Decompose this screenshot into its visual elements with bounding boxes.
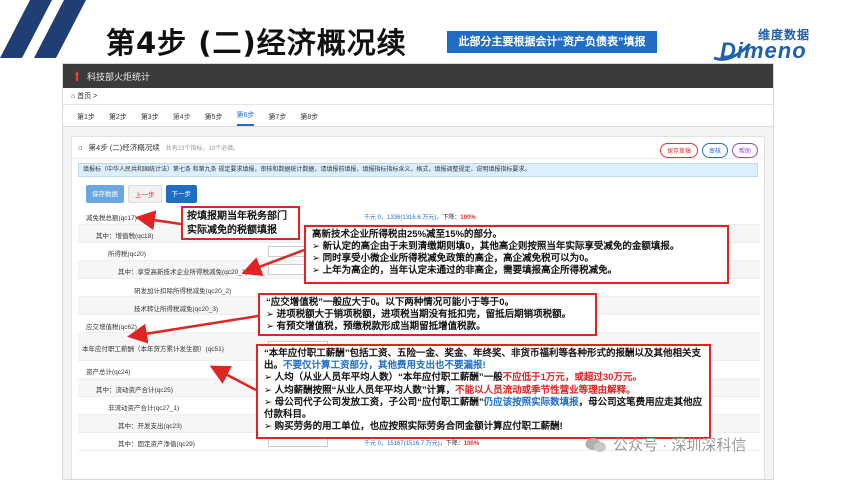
field-label: 其中：开发支出(qc23) (118, 423, 182, 430)
tab-step-7[interactable]: 第7步 (268, 112, 286, 126)
tab-step-5[interactable]: 第5步 (205, 112, 223, 126)
callout-highlight: 仍应该按照实际数填报 (483, 396, 579, 408)
save-draft-button[interactable]: 保存草稿 (659, 143, 698, 158)
slide-slash-decoration (0, 0, 86, 58)
callout-highlight: 不能以人员流动或季节性营业等理由解释。 (455, 384, 636, 396)
field-label: 所得税(qc20) (108, 251, 146, 258)
hint-text: 填报标（中华人民共和国统计法）第七条 和第九条 规定要求填报，审核和数据统计数据… (83, 167, 531, 173)
app-name: 科技部火炬统计 (87, 71, 151, 82)
field-label: 研发加计扣除所得税减免(qc20_2) (134, 288, 232, 295)
callout-high-tech-tax: 高新技术企业所得税由25%减至15%的部分。 ➢ 新认定的高企由于未到清缴期则填… (304, 225, 729, 284)
home-icon[interactable]: ⌂ (71, 88, 75, 105)
value-note: 千元 0，15167(1516.7 万元)，下降：100% (364, 441, 480, 447)
home-small-icon: ⌂ (78, 143, 83, 152)
help-button[interactable]: 帮助 (731, 143, 758, 158)
callout-salary: “本年应付职工薪酬”包括工资、五险一金、奖金、年终奖、非货币福利等各种形式的报酬… (256, 344, 711, 439)
panel-subtitle: 共有23个指标，13个必填。 (165, 146, 240, 152)
brand-logo: 维度数据 Dimeno (712, 26, 832, 66)
field-label: 资产总计(qc24) (86, 369, 131, 376)
callout-tax-relief: 按填报期当年税务部门 实际减免的税额填报 (181, 206, 300, 240)
callout-line: ➢ 同时享受小微企业所得税减免政策的高企，高企减免税可以为0。 (312, 253, 594, 264)
save-data-button[interactable]: 保存数据 (86, 185, 124, 203)
wechat-icon (585, 437, 606, 452)
callout-line: 高新技术企业所得税由25%减至15%的部分。 (312, 229, 503, 240)
callout-line: ➢ 新认定的高企由于未到清缴期则填0，其他高企则按照当年实际享受减免的金额填报。 (312, 241, 680, 252)
value-note: 千元 0，1336(1316.6 万元)，下降：100% (364, 215, 476, 221)
callout-line: 实际减免的税额填报 (187, 225, 277, 236)
callout-line: ➢ 有预交增值税，预缴税款形成当期留抵增值税款。 (266, 321, 486, 332)
callout-line: ➢ 人均薪酬按照“从业人员年平均人数”计算， (264, 384, 456, 396)
tab-step-3[interactable]: 第3步 (141, 112, 159, 126)
callout-line: “应交增值税”一般应大于0。以下两种情况可能小于等于0。 (266, 297, 515, 308)
tab-step-6[interactable]: 第6步 (236, 110, 255, 126)
panel-actions: 保存草稿 审核 帮助 (659, 143, 758, 158)
field-label: 本年应付职工薪酬（本年贷方累计发生额）(qc51) (82, 346, 224, 353)
step-tabs: 第1步 第2步 第3步 第4步 第5步 第6步 第7步 第8步 (63, 105, 773, 127)
field-label: 其中：固定资产净值(qc29) (118, 441, 195, 448)
prev-step-button[interactable]: 上一步 (128, 185, 162, 203)
next-step-button[interactable]: 下一步 (165, 185, 197, 203)
field-label: 其中：享受高新技术企业所得税减免(qc20_1) (118, 269, 248, 276)
callout-vat: “应交增值税”一般应大于0。以下两种情况可能小于等于0。 ➢ 进项税额大于销项税… (258, 293, 597, 336)
callout-line: ➢ 购买劳务的用工单位，也应按照实际劳务合同金额计算应付职工薪酬! (264, 421, 563, 433)
callout-line: ➢ 上年为高企的，当年认定未通过的非高企，需要填报高企所得税减免。 (312, 265, 618, 276)
callout-line: 按填报期当年税务部门 (187, 211, 287, 222)
check-button[interactable]: 审核 (701, 143, 728, 158)
breadcrumb: ⌂ 首页 > (63, 88, 773, 105)
field-label: 其中：流动资产合计(qc25) (96, 387, 173, 394)
logo-text-en: Dimeno (720, 38, 807, 63)
action-buttons: 保存数据 上一步 下一步 (86, 185, 758, 203)
callout-highlight: 不应低于1万元，或超过30万元。 (502, 372, 642, 384)
tab-step-8[interactable]: 第8步 (300, 112, 318, 126)
tab-step-4[interactable]: 第4步 (173, 112, 191, 126)
breadcrumb-text[interactable]: 首页 > (77, 88, 97, 105)
callout-highlight: 不要仅计算工资部分，其他费用支出也不要漏报! (283, 360, 486, 372)
info-hint-bar: 填报标（中华人民共和国统计法）第七条 和第九条 规定要求填报，审核和数据统计数据… (78, 163, 758, 177)
slide-title: 第4步 (二)经济概况续 (106, 26, 407, 60)
panel-title: 第4步 (二)经济概况续 (88, 143, 160, 152)
torch-icon (75, 71, 79, 81)
watermark-text: 公众号 · 深圳深科信 (613, 437, 747, 454)
field-label: 应交增值税(qc62) (86, 324, 137, 331)
callout-line: ➢ 进项税额大于销项税额，进项税当期没有抵扣完，留抵后期销项税额。 (266, 309, 572, 320)
callout-line: ➢ 母公司代子公司发放工资，子公司“应付职工薪酬” (264, 396, 484, 408)
slide-note: 此部分主要根据会计“资产负债表”填报 (447, 31, 657, 53)
tab-step-1[interactable]: 第1步 (77, 112, 95, 126)
field-label: 减免税总额(qc17) (86, 215, 137, 222)
field-label: 其中：增值税(qc18) (96, 233, 154, 240)
app-topbar: 科技部火炬统计 (63, 64, 773, 88)
field-label: 技术转让所得税减免(qc20_3) (134, 306, 219, 313)
tab-step-2[interactable]: 第2步 (109, 112, 127, 126)
callout-line: ➢ 人均（从业人员年平均人数）“本年应付职工薪酬”一般 (264, 372, 503, 384)
watermark: 公众号 · 深圳深科信 (585, 434, 746, 455)
field-label: 非流动资产合计(qc27_1) (108, 405, 180, 412)
